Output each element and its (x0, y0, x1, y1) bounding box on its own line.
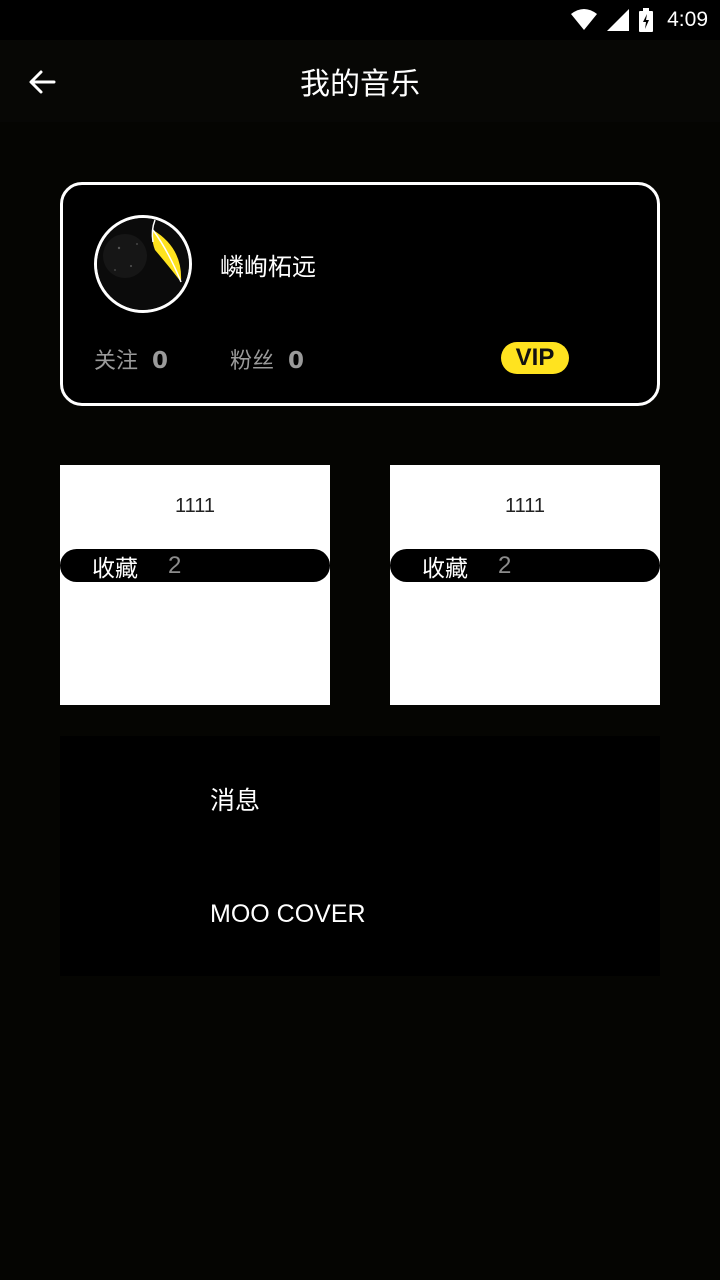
tile-title: 1111 (174, 495, 216, 517)
back-button[interactable] (20, 60, 64, 104)
favorites-pill: 收藏 2 (60, 549, 330, 582)
wifi-icon (571, 9, 598, 31)
tile-title: 1111 (504, 495, 546, 517)
following-stat[interactable]: 关注 0 (94, 343, 168, 375)
fans-stat[interactable]: 粉丝 0 (230, 343, 304, 375)
battery-icon (639, 8, 654, 32)
page-title: 我的音乐 (300, 67, 420, 102)
menu-item-messages[interactable]: 消息 (210, 781, 260, 817)
avatar[interactable] (94, 215, 192, 313)
fans-count: 0 (288, 348, 305, 374)
menu-panel: 消息 MOO COVER (60, 736, 660, 976)
signal-icon (607, 9, 630, 31)
profile-card[interactable]: 嶙峋柘远 关注 0 粉丝 0 VIP (60, 182, 660, 406)
favorites-label: 收藏 (422, 555, 468, 582)
favorites-count: 2 (168, 551, 182, 579)
collection-tile[interactable]: 1111 收藏 2 (60, 465, 330, 705)
vip-badge[interactable]: VIP (501, 342, 569, 374)
favorites-count: 2 (498, 551, 512, 579)
arrow-left-icon (29, 70, 56, 94)
username: 嶙峋柘远 (220, 253, 316, 281)
status-bar: 4:09 (0, 0, 720, 40)
following-label: 关注 (94, 349, 139, 374)
status-time: 4:09 (667, 8, 708, 31)
favorites-label: 收藏 (92, 555, 138, 582)
following-count: 0 (152, 348, 169, 374)
fans-label: 粉丝 (230, 349, 275, 374)
collection-tile[interactable]: 1111 收藏 2 (390, 465, 660, 705)
menu-item-moo-cover[interactable]: MOO COVER (210, 900, 366, 929)
favorites-pill: 收藏 2 (390, 549, 660, 582)
app-bar: 我的音乐 (0, 40, 720, 122)
